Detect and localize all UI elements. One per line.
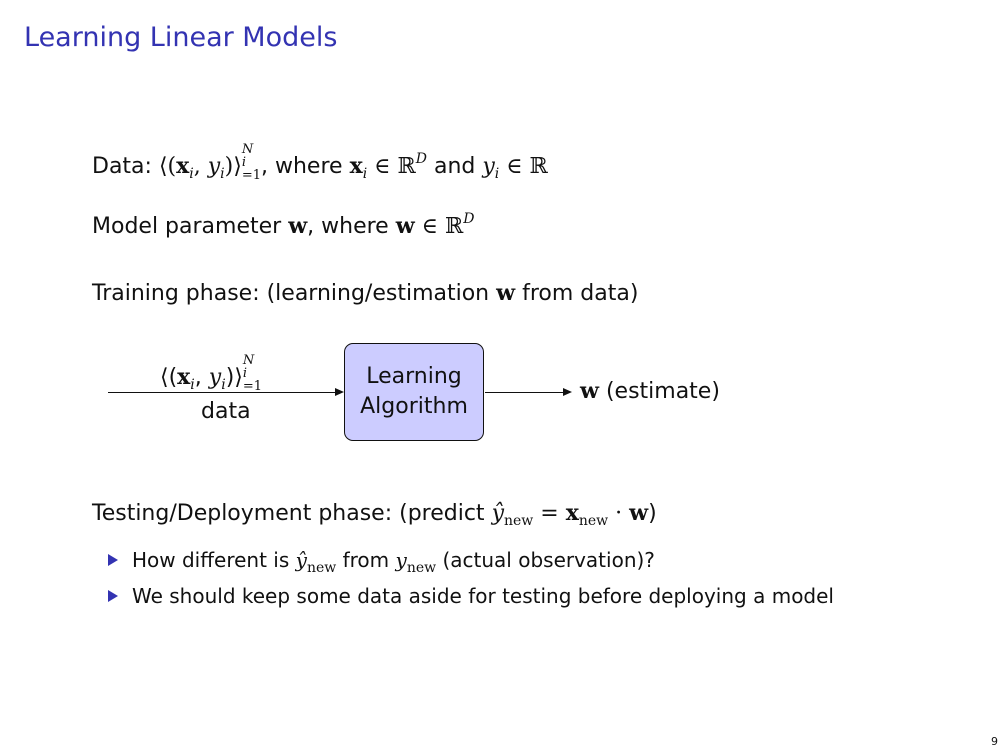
bullet-triangle-icon (108, 590, 118, 602)
w-domain-formula: w ∈ ℝD (395, 211, 475, 239)
bullet-1-before: How different is (132, 548, 290, 572)
data-definition-line: Data: ⟨(xi, yi)⟩ Ni =1, where xi ∈ ℝD and … (92, 143, 548, 182)
input-arrow-head-icon (335, 388, 344, 396)
y-domain-formula: yi ∈ ℝ (482, 154, 548, 182)
testing-before: Testing/Deployment phase: (predict (92, 501, 485, 526)
testing-after: ) (648, 501, 657, 526)
bullet-1-middle: from (342, 548, 390, 572)
data-label: Data: (92, 154, 152, 179)
page-number: 9 (991, 735, 998, 748)
model-parameter-line: Model parameter w, where w ∈ ℝD (92, 211, 474, 239)
output-arrow-line (485, 392, 565, 393)
training-after: from data) (522, 281, 639, 306)
data-where: , where (261, 154, 343, 179)
diagram-output-caption: (estimate) (605, 379, 720, 404)
box-line-1: Learning (366, 364, 462, 389)
diagram-input-formula: ⟨(xi, yi)⟩ Ni =1 (160, 353, 263, 394)
dataset-formula: ⟨(xi, yi)⟩ Ni =1 (158, 142, 261, 183)
bullet-item-2: We should keep some data aside for testi… (108, 584, 834, 608)
output-arrow-head-icon (563, 388, 572, 396)
training-before: Training phase: (learning/estimation (92, 281, 490, 306)
training-w-symbol: w (496, 280, 516, 306)
y-new-formula: ynew (395, 548, 437, 576)
testing-phase-line: Testing/Deployment phase: (predict ŷnew … (92, 500, 657, 529)
diagram-output: w (estimate) (580, 378, 720, 404)
model-text: Model parameter (92, 214, 282, 239)
model-where: , where (307, 214, 389, 239)
data-and: and (433, 154, 476, 179)
training-phase-line: Training phase: (learning/estimation w f… (92, 280, 638, 306)
bullet-2-text: We should keep some data aside for testi… (132, 584, 834, 608)
w-symbol: w (288, 213, 308, 239)
x-domain-formula: xi ∈ ℝD (349, 151, 427, 182)
learning-algorithm-box: Learning Algorithm (344, 343, 484, 441)
output-w-symbol: w (580, 378, 599, 404)
diagram-input-caption: data (201, 399, 251, 424)
box-line-2: Algorithm (360, 394, 468, 419)
input-arrow-line (108, 392, 336, 393)
y-hat-new-formula: ŷnew (295, 548, 337, 576)
bullet-triangle-icon (108, 554, 118, 566)
bullet-1-after: (actual observation)? (442, 548, 655, 572)
bullet-item-1: How different is ŷnew from ynew (actual … (108, 548, 655, 576)
slide-title: Learning Linear Models (24, 22, 338, 53)
prediction-formula: ŷnew = xnew · w (491, 500, 649, 529)
